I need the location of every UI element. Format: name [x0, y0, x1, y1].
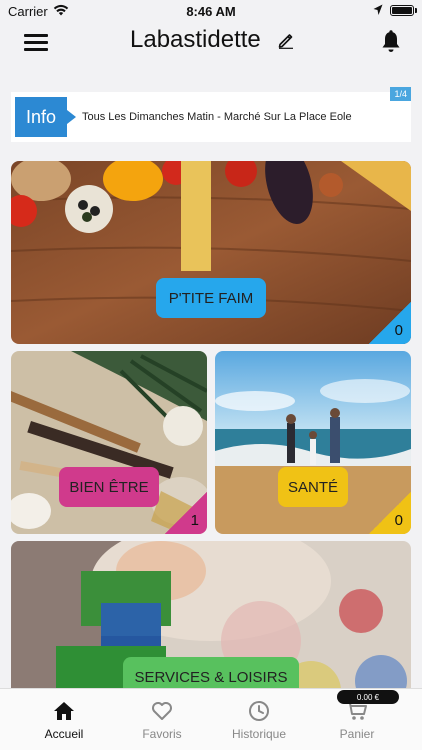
bell-notification-icon[interactable]	[380, 30, 402, 54]
battery-icon	[390, 5, 417, 16]
item-count-badge: 1	[165, 492, 207, 534]
heart-icon	[152, 702, 172, 720]
tab-favoris[interactable]: Favoris	[112, 699, 212, 741]
title-group: Labastidette	[130, 26, 295, 54]
nav-bar: Labastidette	[0, 22, 422, 62]
item-count-badge: 0	[369, 302, 411, 344]
hamburger-menu-icon[interactable]	[24, 32, 48, 52]
item-count: 0	[394, 322, 403, 339]
clock-icon	[249, 701, 269, 721]
status-bar: Carrier 8:46 AM	[0, 0, 422, 22]
tab-label: Historique	[231, 727, 287, 741]
category-label: BIEN ÊTRE	[59, 467, 159, 507]
info-tag: Info	[15, 97, 76, 137]
category-tile-sante[interactable]: SANTÉ 0	[215, 351, 411, 534]
info-message: Tous Les Dimanches Matin - Marché Sur La…	[82, 111, 352, 123]
tab-historique[interactable]: Historique	[209, 699, 309, 741]
category-tile-bien-etre[interactable]: BIEN ÊTRE 1	[11, 351, 207, 534]
item-count-badge: 0	[369, 492, 411, 534]
info-page-counter: 1/4	[390, 87, 411, 101]
home-icon	[54, 702, 74, 720]
tab-label: Panier	[339, 727, 375, 741]
category-label: SANTÉ	[278, 467, 348, 507]
tab-label: Favoris	[142, 727, 182, 741]
clock-time: 8:46 AM	[186, 4, 236, 19]
tab-panier[interactable]: Panier	[307, 699, 407, 741]
info-banner[interactable]: Info Tous Les Dimanches Matin - Marché S…	[11, 87, 411, 142]
pencil-edit-icon[interactable]	[277, 31, 295, 49]
category-tile-ptite-faim[interactable]: P'TITE FAIM 0	[11, 161, 411, 344]
category-label: P'TITE FAIM	[156, 278, 266, 318]
item-count: 1	[190, 512, 199, 529]
tab-label: Accueil	[44, 727, 84, 741]
tab-accueil[interactable]: Accueil	[14, 699, 114, 741]
item-count: 0	[394, 512, 403, 529]
location-arrow-icon	[373, 4, 383, 15]
page-title: Labastidette	[130, 26, 261, 53]
cart-total-badge: 0.00 €	[337, 690, 399, 704]
